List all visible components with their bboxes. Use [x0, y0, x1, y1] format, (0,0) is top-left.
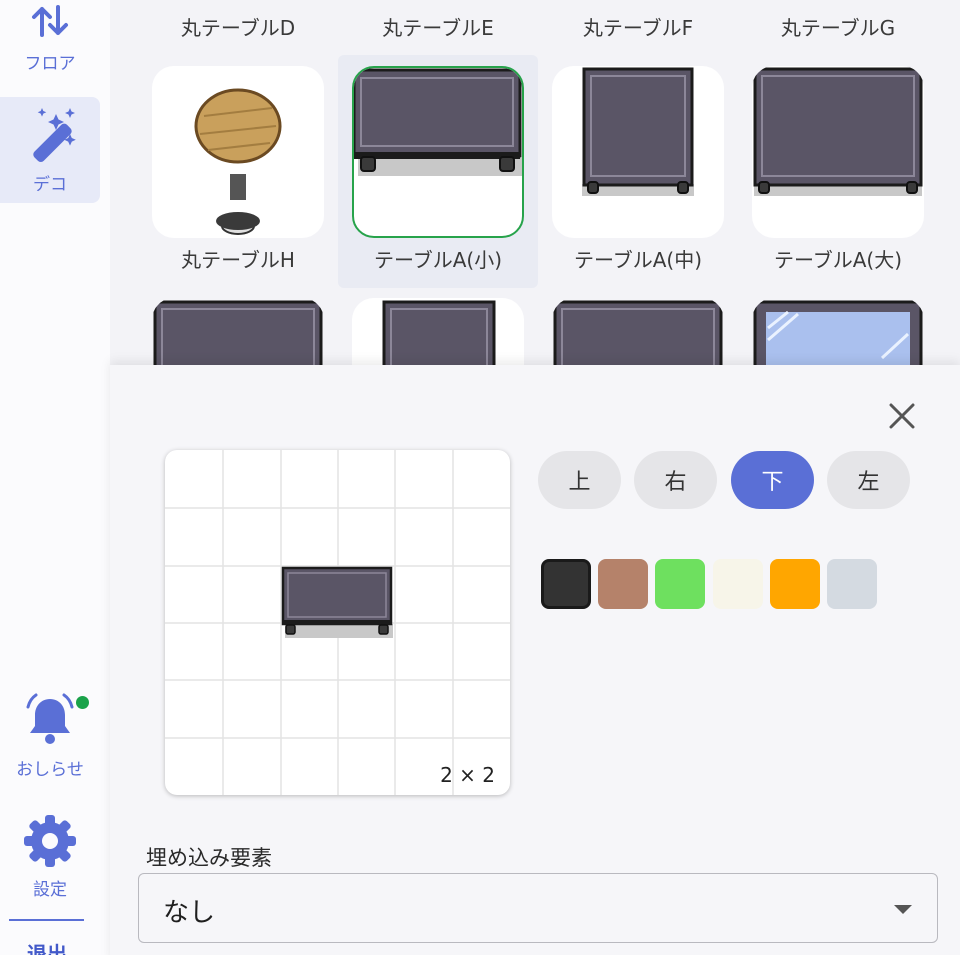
color-swatch[interactable]: [770, 559, 820, 609]
floor-switch-icon: [32, 5, 68, 37]
direction-right-button[interactable]: 右: [634, 451, 717, 509]
app-root: 丸テーブルD 丸テーブルE 丸テーブルF 丸テーブルG 丸テーブルH テーブルA…: [0, 0, 960, 955]
catalog-item-table-a-medium[interactable]: [552, 66, 724, 238]
sidebar-item-settings[interactable]: 設定: [0, 810, 100, 902]
embed-element-select[interactable]: なし: [138, 873, 938, 943]
sidebar-item-label: おしらせ: [16, 759, 84, 780]
table-medium-icon: [582, 67, 694, 196]
placement-preview: 2 × 2: [165, 450, 510, 795]
catalog-item-table-a-small[interactable]: [352, 66, 524, 238]
catalog-item-label: 丸テーブルH: [181, 248, 295, 272]
direction-down-button[interactable]: 下: [731, 451, 814, 509]
color-swatch[interactable]: [713, 559, 763, 609]
catalog-item-label: テーブルA(大): [773, 248, 903, 272]
sidebar-divider: [9, 919, 84, 921]
catalog-item-label[interactable]: 丸テーブルG: [738, 12, 938, 41]
color-swatch[interactable]: [541, 559, 591, 609]
sidebar-item-label: フロア: [24, 54, 76, 74]
notification-dot: [76, 696, 89, 709]
catalog-item-label[interactable]: 丸テーブルF: [538, 12, 738, 41]
catalog-item-label: テーブルA(小): [373, 248, 503, 272]
direction-up-button[interactable]: 上: [538, 451, 621, 509]
catalog-item-label[interactable]: 丸テーブルD: [138, 12, 338, 41]
close-button[interactable]: [886, 400, 918, 432]
bell-icon: [26, 693, 74, 744]
table-small-icon: [354, 68, 522, 176]
preview-grid: [165, 450, 510, 795]
color-swatch[interactable]: [655, 559, 705, 609]
direction-left-button[interactable]: 左: [827, 451, 910, 509]
magic-wand-icon: [33, 107, 76, 162]
embed-element-value: なし: [163, 898, 216, 928]
catalog-item-round-table-h[interactable]: [152, 66, 324, 238]
preview-size-label: 2 × 2: [440, 763, 495, 787]
preview-table-icon: [281, 566, 393, 638]
color-swatch[interactable]: [598, 559, 648, 609]
gear-icon: [24, 814, 76, 867]
catalog-item-label: テーブルA(中): [573, 248, 703, 272]
table-large-icon: [753, 67, 923, 196]
catalog-item-label[interactable]: 丸テーブルE: [338, 12, 538, 41]
sidebar-item-label: デコ: [33, 174, 67, 195]
close-icon: [889, 403, 915, 429]
embed-element-label: 埋め込み要素: [146, 846, 272, 870]
color-swatch[interactable]: [827, 559, 877, 609]
sidebar-item-floor[interactable]: フロア: [0, 0, 100, 80]
sidebar-item-label: 設定: [33, 879, 67, 900]
caret-down-icon: [894, 905, 912, 914]
logout-button[interactable]: 退出: [0, 938, 94, 955]
sidebar: フロア デコ おしらせ 設定 退出: [0, 0, 110, 955]
sidebar-item-deco[interactable]: デコ: [0, 97, 100, 203]
catalog-item-table-a-large[interactable]: [752, 66, 924, 238]
round-table-icon: [194, 88, 282, 235]
